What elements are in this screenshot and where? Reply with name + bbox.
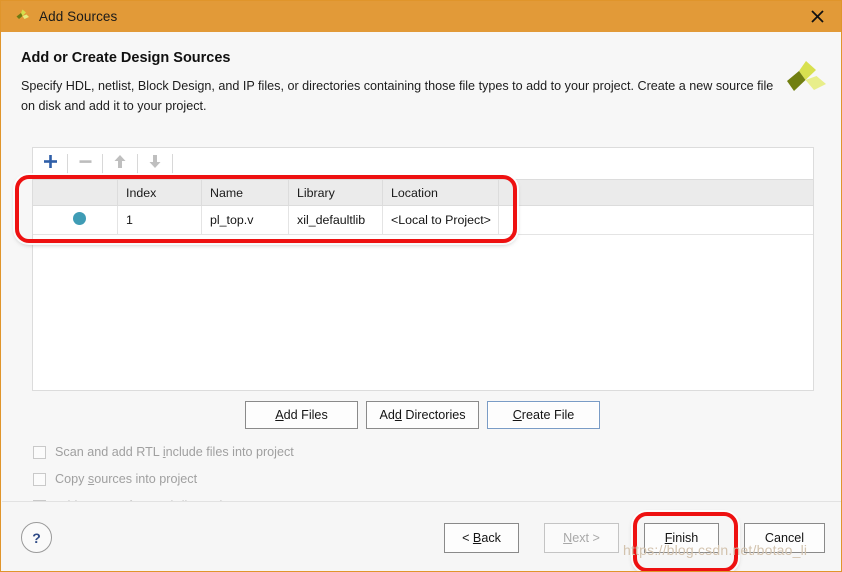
title-bar: Add Sources: [1, 1, 841, 32]
minus-icon: [78, 154, 93, 174]
row-status-cell: [33, 205, 118, 235]
add-source-button[interactable]: [33, 148, 67, 179]
vivado-logo-icon: [13, 8, 31, 26]
plus-icon: [43, 154, 58, 174]
arrow-up-icon: [113, 154, 127, 174]
next-label: Next >: [563, 531, 600, 545]
column-header-status[interactable]: [33, 180, 118, 206]
back-label: < Back: [462, 531, 501, 545]
dialog-content: Add or Create Design Sources Specify HDL…: [2, 32, 841, 513]
sources-table-panel: Index Name Library Location 1 pl_top.v x…: [32, 180, 814, 391]
table-header-row: Index Name Library Location: [33, 180, 813, 206]
sources-toolbar: [32, 147, 814, 180]
create-file-button[interactable]: Create File: [487, 401, 600, 429]
arrow-down-icon: [148, 154, 162, 174]
blue-dot-icon: [72, 212, 86, 225]
checkbox-box-icon[interactable]: [33, 445, 46, 459]
cancel-button[interactable]: Cancel: [744, 523, 825, 553]
row-index-cell: 1: [117, 205, 202, 235]
back-button[interactable]: < Back: [444, 523, 519, 553]
toolbar-divider: [172, 153, 173, 174]
add-files-label: Add Files: [275, 408, 328, 422]
page-description: Specify HDL, netlist, Block Design, and …: [21, 79, 774, 113]
column-header-library[interactable]: Library: [288, 180, 383, 206]
add-directories-button[interactable]: Add Directories: [366, 401, 479, 429]
page-title: Add or Create Design Sources: [21, 50, 231, 66]
move-up-button[interactable]: [103, 148, 137, 179]
table-row[interactable]: 1 pl_top.v xil_defaultlib <Local to Proj…: [33, 205, 813, 235]
close-icon[interactable]: [797, 1, 837, 32]
next-button: Next >: [544, 523, 619, 553]
column-header-index[interactable]: Index: [117, 180, 202, 206]
add-directories-label: Add Directories: [379, 408, 466, 422]
add-files-button[interactable]: Add Files: [245, 401, 358, 429]
checkbox-copy-sources[interactable]: Copy sources into project: [33, 472, 197, 486]
move-down-button[interactable]: [138, 148, 172, 179]
sources-table: Index Name Library Location 1 pl_top.v x…: [33, 180, 813, 235]
row-name-cell[interactable]: pl_top.v: [201, 205, 289, 235]
column-header-location[interactable]: Location: [382, 180, 499, 206]
checkbox-scan-rtl-include[interactable]: Scan and add RTL include files into proj…: [33, 445, 294, 459]
create-file-label: Create File: [512, 408, 575, 422]
checkbox-label: Scan and add RTL include files into proj…: [55, 445, 294, 459]
column-header-filler: [498, 180, 813, 206]
finish-button[interactable]: Finish: [644, 523, 719, 553]
window-title: Add Sources: [39, 9, 118, 24]
remove-source-button[interactable]: [68, 148, 102, 179]
add-sources-dialog: Add Sources Add or Create Design Sources…: [0, 0, 842, 572]
checkbox-box-icon[interactable]: [33, 472, 46, 486]
row-filler-cell: [498, 205, 813, 235]
row-location-cell: <Local to Project>: [382, 205, 499, 235]
xilinx-pinwheel-logo-icon: [783, 59, 827, 105]
checkbox-label: Copy sources into project: [55, 472, 198, 486]
help-button[interactable]: ?: [21, 522, 52, 553]
row-library-cell[interactable]: xil_defaultlib: [288, 205, 383, 235]
column-header-name[interactable]: Name: [201, 180, 289, 206]
finish-label: Finish: [664, 531, 699, 545]
